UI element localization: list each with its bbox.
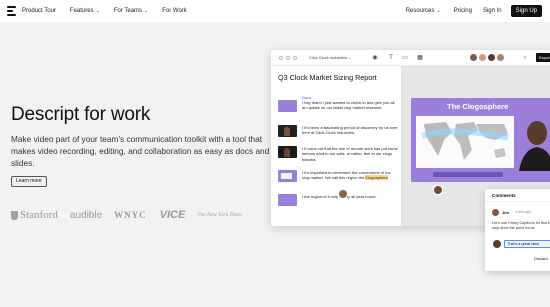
comment-icon[interactable]: ○	[521, 54, 529, 62]
vice-logo: VICE	[159, 209, 186, 221]
highlighted-word[interactable]: Clogosphere	[365, 175, 388, 181]
slide-title: The Clogosphere	[447, 102, 509, 111]
sign-up-button[interactable]: Sign Up	[510, 5, 542, 17]
nav-resources[interactable]: Resources ⌄	[406, 8, 441, 14]
nav-features[interactable]: Features ⌄	[70, 8, 100, 14]
nav-for-teams[interactable]: For Teams ⌄	[114, 8, 148, 14]
comment-text: Let's use Fancy Captions for this to hel…	[492, 221, 550, 230]
audible-logo: audible	[69, 209, 103, 221]
descript-logo-icon[interactable]	[7, 6, 16, 16]
hero-subtitle: Make video part of your team's communica…	[11, 134, 270, 168]
chevron-down-icon: ⌄	[144, 8, 149, 14]
scene-thumbnail	[278, 100, 297, 112]
collaborator-cursor-avatar	[433, 185, 443, 195]
presenter-video	[515, 113, 550, 171]
export-button[interactable]: Export	[536, 53, 550, 62]
top-nav: Product Tour Features ⌄ For Teams ⌄ For Wo…	[0, 0, 550, 22]
discard-button[interactable]: Discard	[534, 256, 548, 261]
scene-thumbnail	[278, 170, 297, 182]
comments-panel: Comments Jim 3 min ago Let's use Fancy C…	[485, 189, 550, 271]
comment-time: 3 min ago	[515, 210, 531, 214]
nav-sign-in[interactable]: Sign In	[483, 8, 502, 14]
comments-header: Comments	[492, 193, 516, 198]
collaborator-cursor-avatar	[338, 189, 348, 199]
window-dots	[279, 56, 297, 60]
learn-more-button[interactable]: Learn more	[11, 176, 47, 187]
project-select[interactable]: Click Clock Industries ⌄	[307, 54, 367, 62]
doc-title: Q3 Clock Market Sizing Report	[278, 73, 377, 82]
transcript-text: I hey team! I just wanted to check in an…	[302, 100, 395, 111]
wnyc-logo: WNYC	[114, 210, 147, 220]
reply-input[interactable]: That's a great idea!	[504, 240, 550, 248]
chevron-down-icon: ⌄	[95, 8, 100, 14]
transcript-text: I It's been a fascinating period of disc…	[302, 125, 398, 136]
stanford-logo: Stanford	[11, 209, 58, 221]
avatar	[488, 54, 495, 61]
chevron-down-icon: ⌄	[348, 55, 352, 60]
scene-thumbnail	[278, 146, 297, 158]
record-tool-icon[interactable]: ◉	[371, 54, 379, 62]
shape-tool-icon[interactable]: ▭	[401, 54, 409, 62]
comment-author: Jim	[502, 210, 509, 215]
nav-pricing[interactable]: Pricing	[454, 8, 472, 14]
avatar	[470, 54, 477, 61]
scene-thumbnail	[278, 194, 297, 206]
world-map-image	[416, 116, 514, 168]
customer-logos: Stanford audible WNYC VICE The New York …	[11, 205, 243, 225]
caption-bar	[433, 172, 503, 177]
avatar	[479, 54, 486, 61]
chevron-down-icon: ⌄	[436, 8, 441, 14]
transcript-text: I the region of it only nearly all year …	[302, 194, 377, 199]
avatar	[492, 209, 499, 216]
avatar	[497, 54, 504, 61]
app-toolbar: Click Clock Industries ⌄ ◉ T ▭ ▦ ○ Expor…	[271, 50, 550, 66]
text-tool-icon[interactable]: T	[387, 54, 395, 62]
scene-thumbnail	[278, 125, 297, 137]
media-tool-icon[interactable]: ▦	[416, 54, 424, 62]
transcript-row[interactable]: I It's important to remember the corners…	[278, 170, 398, 190]
nav-product-tour[interactable]: Product Tour	[22, 8, 56, 14]
script-editor[interactable]: Q3 Clock Market Sizing Report Dave I hey…	[271, 66, 401, 226]
avatar	[493, 240, 501, 248]
nav-for-work[interactable]: For Work	[162, 8, 187, 14]
transcript-row[interactable]: I It turns out that the rise of remote w…	[278, 146, 398, 166]
divider	[485, 201, 550, 202]
transcript-text: I It turns out that the rise of remote w…	[302, 146, 398, 162]
transcript-row[interactable]: I It's been a fascinating period of disc…	[278, 125, 398, 145]
transcript-row[interactable]: I hey team! I just wanted to check in an…	[278, 100, 398, 120]
collaborator-avatars	[470, 54, 504, 61]
nyt-logo: The New York Times	[197, 212, 243, 218]
slide-canvas[interactable]: The Clogosphere	[411, 98, 550, 182]
transcript-text: I It's important to remember the corners…	[302, 170, 391, 181]
hero-title: Descript for work	[11, 104, 151, 125]
